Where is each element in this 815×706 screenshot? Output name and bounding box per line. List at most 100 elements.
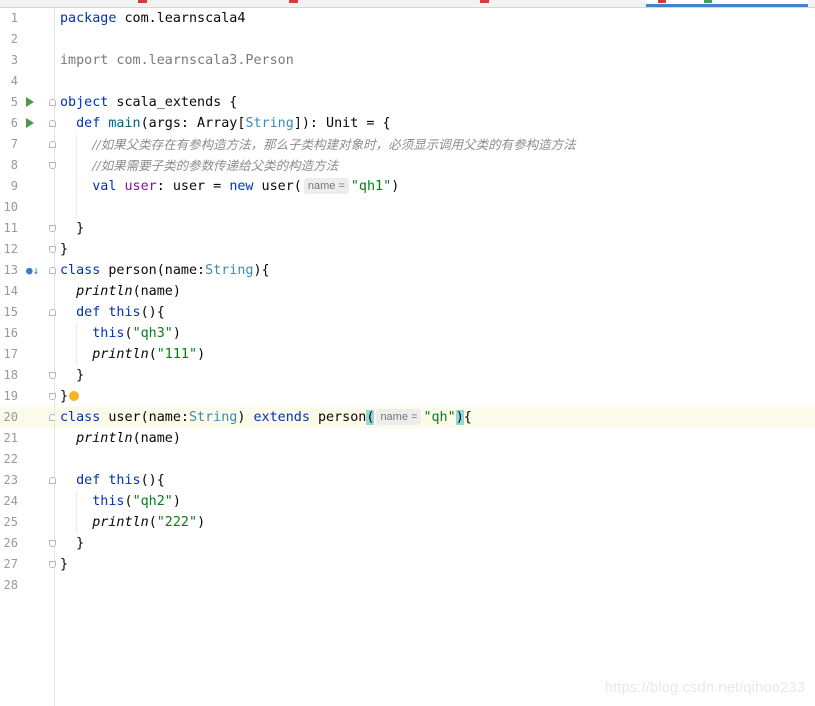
code-text: } xyxy=(60,557,69,572)
active-editor-tab[interactable] xyxy=(646,0,808,7)
variable-name: user xyxy=(124,179,157,194)
code-text: (name) xyxy=(132,284,181,299)
line-number: 25 xyxy=(3,515,18,529)
code-text: person xyxy=(309,410,367,425)
code-text: ( xyxy=(148,347,157,362)
keyword: this xyxy=(108,305,141,320)
code-line[interactable]: import com.learnscala3.Person xyxy=(55,50,815,71)
line-number: 6 xyxy=(10,116,18,130)
method-call: println xyxy=(92,347,149,362)
code-text: { xyxy=(463,410,472,425)
run-icon[interactable] xyxy=(26,97,34,107)
code-line[interactable]: } xyxy=(55,533,815,554)
code-line[interactable]: //如果父类存在有参构造方法，那么子类构建对象时，必须显示调用父类的有参构造方法 xyxy=(55,134,815,155)
code-line[interactable]: } xyxy=(55,365,815,386)
scala-file-icon xyxy=(138,0,147,3)
code-text: (){ xyxy=(140,473,165,488)
code-line[interactable]: } xyxy=(55,218,815,239)
matching-paren: ( xyxy=(366,410,375,425)
code-line[interactable]: this("qh3") xyxy=(55,323,815,344)
code-text: ){ xyxy=(253,263,270,278)
code-text: ) xyxy=(197,347,206,362)
method-call: println xyxy=(76,431,133,446)
line-number: 5 xyxy=(10,95,18,109)
code-line[interactable]: def this(){ xyxy=(55,302,815,323)
line-number: 27 xyxy=(3,557,18,571)
line-number: 10 xyxy=(3,200,18,214)
code-text: ) xyxy=(237,410,254,425)
code-text: ( xyxy=(148,515,157,530)
code-line[interactable]: } xyxy=(55,386,815,407)
line-number: 19 xyxy=(3,389,18,403)
code-line[interactable]: println(name) xyxy=(55,428,815,449)
lightbulb-icon[interactable] xyxy=(69,391,80,401)
line-number: 23 xyxy=(3,473,18,487)
line-number: 20 xyxy=(3,410,18,424)
method-call: println xyxy=(92,515,149,530)
line-number: 21 xyxy=(3,431,18,445)
keyword: new xyxy=(229,179,254,194)
code-line[interactable]: //如果需要子类的参数传递给父类的构造方法 xyxy=(55,155,815,176)
line-number: 3 xyxy=(10,53,18,67)
code-line[interactable]: val user: user = new user(name = "qh1") xyxy=(55,176,815,197)
line-number: 13 xyxy=(3,263,18,277)
code-text: com.learnscala4 xyxy=(116,11,246,26)
import-statement: import com.learnscala3.Person xyxy=(60,53,294,68)
code-line[interactable]: println(name) xyxy=(55,281,815,302)
keyword: this xyxy=(92,326,125,341)
string-literal: "qh" xyxy=(423,410,456,425)
parameter-hint: name = xyxy=(303,178,349,194)
code-editor[interactable]: package com.learnscala4 import com.learn… xyxy=(55,8,815,706)
code-text: person(name: xyxy=(100,263,206,278)
code-text: } xyxy=(76,368,85,383)
line-number: 7 xyxy=(10,137,18,151)
code-text: ]): Unit = { xyxy=(293,116,391,131)
code-line[interactable]: class person(name:String){ xyxy=(55,260,815,281)
line-number: 24 xyxy=(3,494,18,508)
code-text: (){ xyxy=(140,305,165,320)
run-config-icon xyxy=(704,0,712,3)
code-line[interactable]: } xyxy=(55,239,815,260)
string-literal: "qh3" xyxy=(132,326,173,341)
scala-file-icon xyxy=(289,0,298,3)
code-text: } xyxy=(76,221,85,236)
scala-file-icon xyxy=(480,0,489,3)
code-text: user( xyxy=(253,179,302,194)
line-number: 15 xyxy=(3,305,18,319)
code-text: } xyxy=(60,389,69,404)
code-text: user(name: xyxy=(100,410,189,425)
type-name: String xyxy=(189,410,238,425)
code-line[interactable]: def main(args: Array[String]): Unit = { xyxy=(55,113,815,134)
editor-tab-strip[interactable] xyxy=(0,0,815,8)
code-line-current[interactable]: class user(name:String) extends person(n… xyxy=(55,407,815,428)
code-text: ( xyxy=(124,326,133,341)
code-line[interactable]: package com.learnscala4 xyxy=(55,8,815,29)
overridden-icon[interactable]: ●↓ xyxy=(26,265,39,276)
editor-gutter[interactable]: 1 2 3 4 5 6 7 8 9 10 11 12 13 ●↓ 14 15 1… xyxy=(0,8,56,706)
matching-paren: ) xyxy=(455,410,464,425)
keyword: def xyxy=(76,116,101,131)
comment: //如果父类存在有参构造方法，那么子类构建对象时，必须显示调用父类的有参构造方法 xyxy=(92,137,576,152)
code-line[interactable]: object scala_extends { xyxy=(55,92,815,113)
line-number: 18 xyxy=(3,368,18,382)
string-literal: "qh2" xyxy=(132,494,173,509)
keyword: package xyxy=(60,11,117,26)
code-line[interactable]: println("111") xyxy=(55,344,815,365)
code-text: ( xyxy=(124,494,133,509)
comment: //如果需要子类的参数传递给父类的构造方法 xyxy=(92,158,339,173)
code-line[interactable]: this("qh2") xyxy=(55,491,815,512)
code-text: ) xyxy=(391,179,400,194)
line-number: 28 xyxy=(3,578,18,592)
code-text: ) xyxy=(172,494,181,509)
code-line[interactable]: println("222") xyxy=(55,512,815,533)
run-icon[interactable] xyxy=(26,118,34,128)
code-text: } xyxy=(60,242,69,257)
line-number: 9 xyxy=(10,179,18,193)
keyword: extends xyxy=(253,410,310,425)
code-line[interactable]: def this(){ xyxy=(55,470,815,491)
line-number: 17 xyxy=(3,347,18,361)
code-line[interactable]: } xyxy=(55,554,815,575)
string-literal: "111" xyxy=(156,347,198,362)
keyword: def xyxy=(76,473,101,488)
code-text: (name) xyxy=(132,431,181,446)
